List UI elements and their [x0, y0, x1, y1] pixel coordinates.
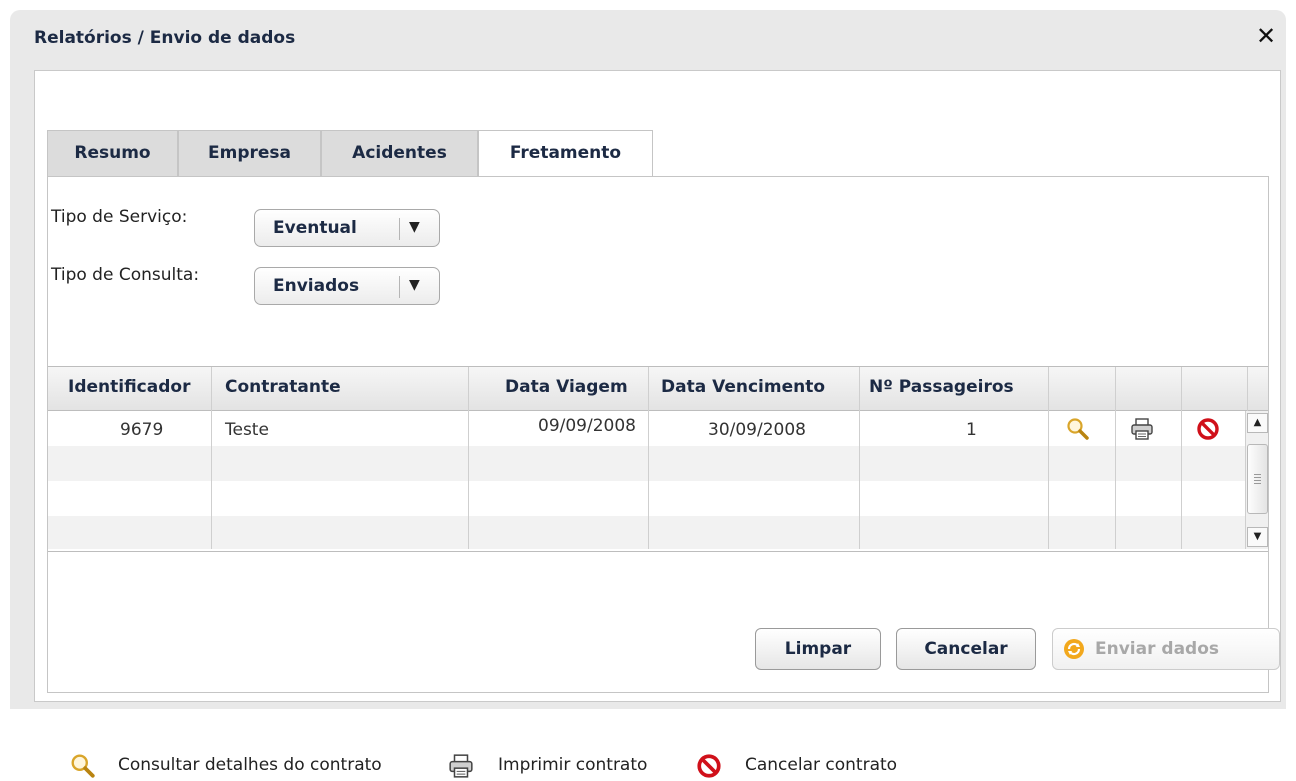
column-header-data-vencimento[interactable]: Data Vencimento [661, 377, 825, 397]
contracts-table: Identificador Contratante Data Viagem Da… [48, 366, 1268, 552]
column-header-identificador[interactable]: Identificador [68, 377, 190, 397]
chevron-down-icon: ▼ [409, 219, 420, 235]
scroll-up-arrow-icon[interactable]: ▲ [1247, 413, 1268, 433]
select-divider [399, 218, 400, 240]
scroll-down-arrow-icon[interactable]: ▼ [1247, 527, 1268, 547]
column-header-data-viagem[interactable]: Data Viagem [505, 377, 628, 397]
enviar-dados-button[interactable]: Enviar dados [1052, 628, 1280, 670]
tab-panel-fretamento: Tipo de Serviço: Eventual ▼ Tipo de Cons… [47, 176, 1280, 778]
cancel-icon [697, 754, 721, 778]
cell-passageiros: 1 [966, 420, 977, 440]
cell-data-vencimento: 30/09/2008 [708, 420, 806, 440]
tab-empresa[interactable]: Empresa [178, 130, 321, 177]
table-header: Identificador Contratante Data Viagem Da… [48, 367, 1268, 411]
table-row [48, 481, 1245, 516]
column-header-contratante[interactable]: Contratante [225, 377, 341, 397]
table-scrollbar[interactable]: ▲ ▼ [1245, 411, 1268, 549]
tipo-consulta-select[interactable]: Enviados ▼ [254, 267, 440, 305]
magnifier-icon[interactable] [1066, 417, 1090, 441]
dialog-body: Resumo Empresa Acidentes Fretamento Tipo… [34, 70, 1281, 778]
limpar-button[interactable]: Limpar [755, 628, 881, 670]
cell-data-viagem: 09/09/2008 [538, 416, 636, 436]
cell-contratante: Teste [225, 420, 269, 440]
tipo-servico-label: Tipo de Serviço: [51, 207, 188, 227]
tab-resumo[interactable]: Resumo [47, 130, 178, 177]
enviar-dados-label: Enviar dados [1095, 639, 1220, 659]
dialog-window: Relatórios / Envio de dados ✕ Resumo Emp… [10, 10, 1286, 778]
dialog-title: Relatórios / Envio de dados [34, 28, 296, 48]
printer-icon [449, 754, 473, 778]
chevron-down-icon: ▼ [409, 277, 420, 293]
legend-imprimir: Imprimir contrato [498, 755, 648, 775]
tipo-consulta-label: Tipo de Consulta: [51, 265, 200, 285]
cancel-icon[interactable] [1196, 417, 1220, 441]
printer-icon[interactable] [1130, 417, 1154, 441]
magnifier-icon [71, 754, 95, 778]
table-row [48, 516, 1245, 549]
clipped-background-text [0, 0, 1296, 10]
table-row [48, 446, 1245, 481]
legend-cancelar: Cancelar contrato [745, 755, 898, 775]
table-row[interactable]: 9679 Teste 09/09/2008 30/09/2008 1 [48, 411, 1245, 446]
scroll-thumb[interactable] [1247, 444, 1268, 514]
tipo-consulta-value: Enviados [273, 276, 360, 296]
tab-acidentes[interactable]: Acidentes [321, 130, 478, 177]
select-divider [399, 276, 400, 298]
tipo-servico-select[interactable]: Eventual ▼ [254, 209, 440, 247]
tab-fretamento[interactable]: Fretamento [478, 130, 653, 180]
cancelar-button[interactable]: Cancelar [896, 628, 1036, 670]
close-icon[interactable]: ✕ [1254, 24, 1278, 48]
refresh-icon [1064, 639, 1084, 659]
tipo-servico-value: Eventual [273, 218, 357, 238]
cell-identificador: 9679 [120, 420, 164, 440]
legend-consultar: Consultar detalhes do contrato [118, 755, 382, 775]
column-header-passageiros[interactable]: Nº Passageiros [869, 377, 1014, 397]
